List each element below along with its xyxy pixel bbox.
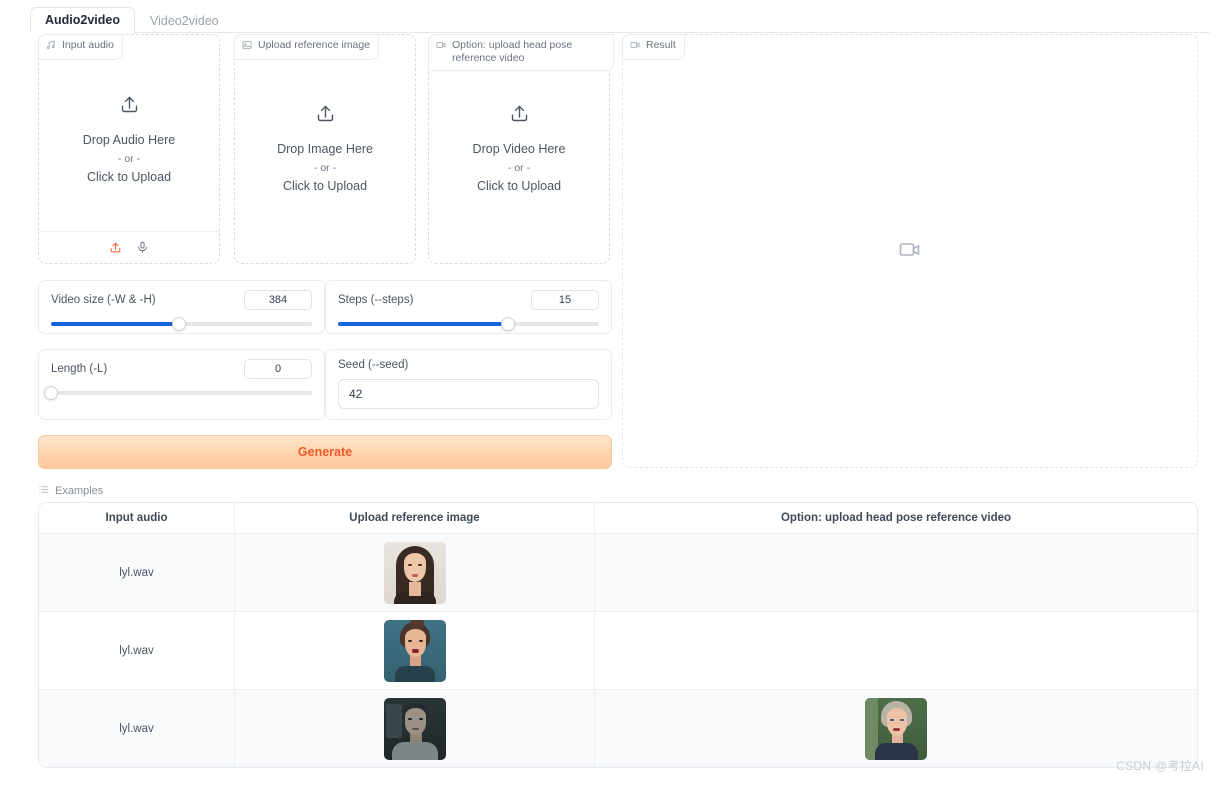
cell-audio: lyl.wav	[39, 612, 235, 689]
head-pose-video-label: Option: upload head pose reference video	[428, 34, 614, 71]
app-root: Audio2video Video2video Input audio Drop…	[0, 0, 1218, 786]
image-drop-or-text: - or -	[313, 161, 337, 174]
reference-image-label: Upload reference image	[234, 34, 380, 60]
length-control: Length (-L) 0	[38, 349, 325, 420]
result-panel: Result	[622, 34, 1198, 468]
video-size-control: Video size (-W & -H) 384	[38, 280, 325, 334]
cell-head-pose-video	[595, 612, 1197, 689]
audio-toolbar	[39, 231, 219, 263]
steps-control: Steps (--steps) 15	[325, 280, 612, 334]
slider-fill	[51, 322, 179, 326]
seed-control: Seed (--seed) 42	[325, 349, 612, 420]
slider-knob[interactable]	[171, 317, 186, 331]
video-drop-or-text: - or -	[507, 161, 531, 174]
slider-rail	[51, 391, 312, 395]
cell-audio: lyl.wav	[39, 690, 235, 767]
upload-icon[interactable]	[109, 241, 122, 254]
column-header-head-pose-video: Option: upload head pose reference video	[780, 512, 1012, 524]
length-label: Length (-L)	[51, 363, 108, 375]
slider-fill	[338, 322, 508, 326]
seed-label: Seed (--seed)	[338, 359, 409, 371]
upload-arrow-icon	[315, 103, 336, 129]
audio-dropzone: Drop Audio Here - or - Click to Upload	[39, 35, 219, 263]
examples-label-text: Examples	[55, 485, 104, 497]
example-image-thumbnail[interactable]	[383, 541, 446, 604]
audio-drop-click-text: Click to Upload	[86, 169, 172, 184]
steps-slider[interactable]	[326, 310, 611, 331]
column-header-input-audio: Input audio	[39, 503, 235, 533]
video-camera-icon	[898, 237, 922, 266]
reference-image-panel[interactable]: Upload reference image Drop Image Here -…	[234, 34, 416, 264]
music-note-icon	[46, 39, 56, 54]
audio-drop-main-text: Drop Audio Here	[82, 132, 176, 147]
input-audio-label-text: Input audio	[62, 39, 114, 51]
seed-header: Seed (--seed)	[326, 350, 611, 371]
length-value[interactable]: 0	[244, 359, 312, 379]
table-row[interactable]: lyl.wav	[39, 612, 1197, 690]
watermark: CSDN @考拉AI	[1116, 759, 1204, 773]
cell-reference-image	[235, 690, 595, 767]
cell-reference-image	[235, 612, 595, 689]
head-pose-video-panel[interactable]: Option: upload head pose reference video…	[428, 34, 614, 264]
slider-knob[interactable]	[500, 317, 515, 331]
example-image-thumbnail[interactable]	[383, 619, 446, 682]
table-row[interactable]: lyl.wav	[39, 534, 1197, 612]
video-drop-main-text: Drop Video Here	[472, 141, 566, 156]
steps-value[interactable]: 15	[531, 290, 599, 310]
video-camera-icon	[436, 39, 446, 54]
list-icon	[38, 484, 49, 498]
tab-video2video[interactable]: Video2video	[135, 8, 234, 33]
length-slider[interactable]	[39, 379, 324, 400]
image-dropzone: Drop Image Here - or - Click to Upload	[235, 35, 415, 263]
image-drop-click-text: Click to Upload	[282, 178, 368, 193]
steps-label: Steps (--steps)	[338, 294, 414, 306]
column-header-reference-image: Upload reference image	[235, 503, 595, 533]
video-size-value[interactable]: 384	[244, 290, 312, 310]
image-drop-main-text: Drop Image Here	[277, 141, 373, 156]
example-video-thumbnail[interactable]	[865, 697, 927, 760]
input-audio-panel[interactable]: Input audio Drop Audio Here - or - Click…	[38, 34, 220, 264]
examples-label[interactable]: Examples	[38, 484, 103, 498]
input-audio-label: Input audio	[38, 34, 123, 60]
upload-panels-row: Input audio Drop Audio Here - or - Click…	[38, 34, 620, 264]
slider-knob[interactable]	[44, 386, 58, 400]
generate-button[interactable]: Generate	[38, 435, 612, 469]
video-size-label: Video size (-W & -H)	[51, 294, 156, 306]
audio-drop-or-text: - or -	[117, 152, 141, 165]
upload-arrow-icon	[119, 94, 140, 120]
cell-head-pose-video	[595, 534, 1197, 611]
table-row[interactable]: lyl.wav	[39, 690, 1197, 767]
cell-audio: lyl.wav	[39, 534, 235, 611]
length-header: Length (-L) 0	[39, 350, 324, 379]
video-size-header: Video size (-W & -H) 384	[39, 281, 324, 310]
microphone-icon[interactable]	[136, 241, 149, 254]
upload-arrow-icon	[509, 103, 530, 129]
video-drop-click-text: Click to Upload	[476, 178, 562, 193]
tab-audio2video[interactable]: Audio2video	[30, 7, 136, 33]
table-header-row: Input audio Upload reference image Optio…	[39, 503, 1197, 534]
cell-head-pose-video	[595, 690, 1197, 767]
tab-bar: Audio2video Video2video	[30, 7, 1210, 33]
steps-header: Steps (--steps) 15	[326, 281, 611, 310]
head-pose-video-label-text: Option: upload head pose reference video	[452, 39, 573, 64]
result-placeholder	[623, 35, 1197, 467]
seed-input[interactable]: 42	[338, 379, 599, 409]
example-image-thumbnail[interactable]	[383, 697, 446, 760]
examples-table: Input audio Upload reference image Optio…	[38, 502, 1198, 768]
reference-image-label-text: Upload reference image	[258, 39, 371, 51]
video-size-slider[interactable]	[39, 310, 324, 331]
table-body: lyl.wav lyl.wav lyl.wav	[39, 534, 1197, 767]
cell-reference-image	[235, 534, 595, 611]
image-icon	[242, 39, 252, 54]
